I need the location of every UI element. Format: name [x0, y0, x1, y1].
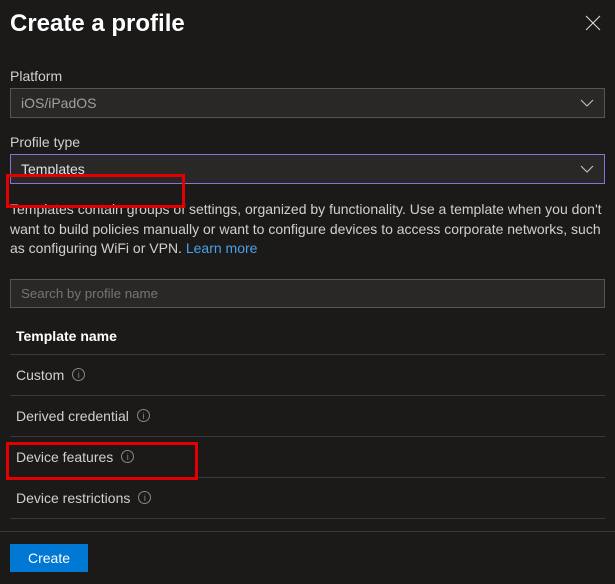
search-input[interactable] [10, 279, 605, 308]
platform-select[interactable]: iOS/iPadOS [10, 88, 605, 118]
templates-description: Templates contain groups of settings, or… [10, 200, 605, 259]
description-text: Templates contain groups of settings, or… [10, 201, 602, 256]
profile-type-label: Profile type [10, 134, 605, 150]
close-button[interactable] [581, 11, 605, 38]
info-icon[interactable]: i [121, 450, 134, 463]
platform-value: iOS/iPadOS [21, 95, 96, 111]
footer: Create [0, 531, 615, 584]
table-row[interactable]: Device features i [10, 437, 605, 478]
page-title: Create a profile [10, 10, 185, 38]
template-name: Derived credential [16, 408, 129, 424]
info-icon[interactable]: i [72, 368, 85, 381]
template-name: Device restrictions [16, 490, 130, 506]
close-icon [585, 15, 601, 31]
learn-more-link[interactable]: Learn more [186, 240, 258, 256]
panel-header: Create a profile [10, 10, 605, 68]
table-row[interactable]: Device restrictions i [10, 478, 605, 519]
platform-label: Platform [10, 68, 605, 84]
info-icon[interactable]: i [138, 491, 151, 504]
table-header: Template name [10, 318, 605, 355]
chevron-down-icon [580, 95, 594, 111]
chevron-down-icon [580, 161, 594, 177]
profile-type-value: Templates [21, 161, 85, 177]
create-button[interactable]: Create [10, 544, 88, 572]
info-icon[interactable]: i [137, 409, 150, 422]
table-row[interactable]: Custom i [10, 355, 605, 396]
table-row[interactable]: Derived credential i [10, 396, 605, 437]
profile-type-select[interactable]: Templates [10, 154, 605, 184]
template-name: Custom [16, 367, 64, 383]
template-name: Device features [16, 449, 113, 465]
